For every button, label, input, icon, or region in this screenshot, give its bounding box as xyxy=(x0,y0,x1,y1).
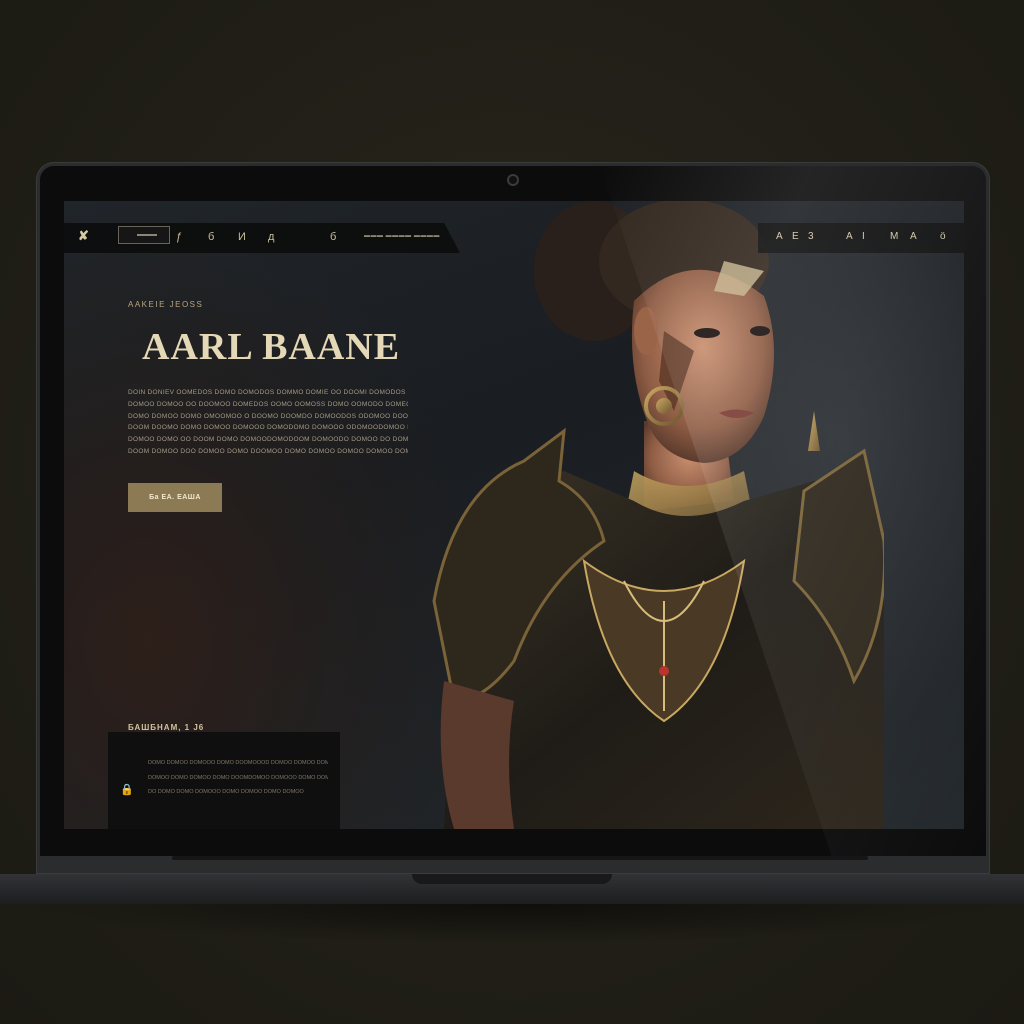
webcam xyxy=(509,176,517,184)
nav-right-item-2[interactable]: E xyxy=(792,231,801,242)
nav-right-item-7[interactable]: A xyxy=(910,231,919,242)
nav-links-small[interactable]: ▬▬▬ ▬▬▬▬ ▬▬▬▬ xyxy=(364,233,440,239)
website-screen: ✘ ƒ б И д б ▬▬▬ ▬▬▬▬ ▬▬▬▬ A E 3 A I M A … xyxy=(64,201,964,829)
description-line: DOIN DONIEV OOMEDOS DOMO DOMODOS DOMMO D… xyxy=(128,389,408,396)
nav-right-item-4[interactable]: A xyxy=(846,231,855,242)
hero-character-illustration xyxy=(432,201,884,829)
nav-right-item-5[interactable]: I xyxy=(862,231,867,242)
search-field[interactable] xyxy=(118,226,170,244)
description-line: DOOM DOOMO DOMO DOMOO DOMOOO DOMODOMO DO… xyxy=(128,424,408,432)
nav-right-item-6[interactable]: M xyxy=(890,231,900,242)
nav-item-4[interactable]: д xyxy=(268,231,275,243)
info-text: DOMO DOMOO DOMOOO DOMO DOOMOOOD DOMOO DO… xyxy=(148,756,328,800)
nav-item-1[interactable]: ƒ xyxy=(176,231,183,243)
info-section-label: БАШБНАМ, 1 Ј6 xyxy=(128,723,205,732)
info-line: DO DOMO DOMO DOMOOO DOMO DOMOO DOMO DOMO… xyxy=(148,789,304,795)
lock-icon: 🔒 xyxy=(120,784,134,796)
info-line: DOMO DOMOO DOMOOO DOMO DOOMOOOD DOMOO DO… xyxy=(148,760,328,766)
site-logo-icon[interactable]: ✘ xyxy=(78,228,89,244)
nav-item-5[interactable]: б xyxy=(330,231,337,243)
screen-hinge xyxy=(172,856,868,860)
hero-title: AARL BAANE xyxy=(142,326,401,368)
info-line: DOMOO DOMO DOMOO DOMO DOOMDOMOO DOMOOO D… xyxy=(148,774,328,781)
description-line: DOOM DOMOO DOO DOMOO DOMO DOOMOO DOMO DO… xyxy=(128,447,408,455)
laptop-shadow xyxy=(0,904,1024,944)
cta-button[interactable]: Ба ЕА. ЕАША xyxy=(128,483,222,512)
description-line: DOMOO DOMO OO DOOM DOMO DOMOODOMODOOM DO… xyxy=(128,436,408,444)
top-nav-right xyxy=(758,223,964,253)
nav-right-item-8[interactable]: ö xyxy=(940,231,948,242)
hero-subtitle: AAKEIE JEOSS xyxy=(128,300,204,309)
trackpad-notch xyxy=(412,874,612,884)
hero-description: DOIN DONIEV OOMEDOS DOMO DOMODOS DOMMO D… xyxy=(128,387,408,458)
nav-right-item-1[interactable]: A xyxy=(776,231,785,242)
nav-right-item-3[interactable]: 3 xyxy=(808,231,816,242)
nav-item-2[interactable]: б xyxy=(208,231,215,243)
description-line: DOMO DOMOO DOMO OMOOMOO O DOOMO DOOMDO D… xyxy=(128,412,408,420)
description-line: DOMOO DOMOO OO DOOMOO DOMEDOS OOMO OOMOS… xyxy=(128,400,408,408)
nav-item-3[interactable]: И xyxy=(238,231,247,243)
